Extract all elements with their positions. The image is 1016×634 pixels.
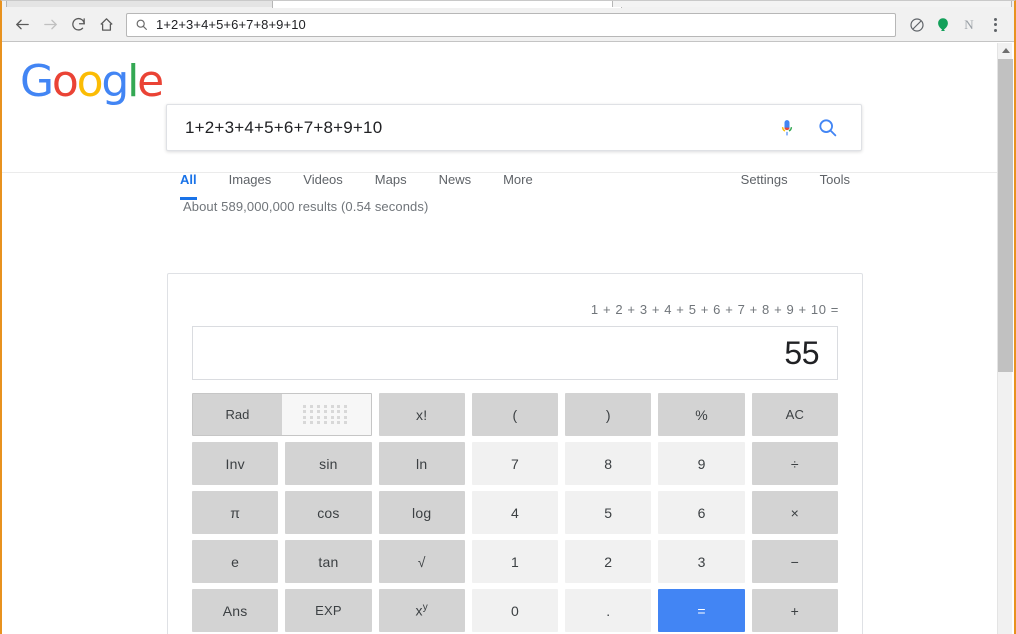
key-digit-4[interactable]: 4 <box>472 491 558 534</box>
back-arrow-icon[interactable] <box>8 11 36 39</box>
keypad-row: Inv sin ln 7 8 9 ÷ <box>192 442 838 485</box>
key-factorial[interactable]: x! <box>379 393 465 436</box>
key-cosine[interactable]: cos <box>285 491 371 534</box>
calculator-keypad: Rad x! ( ) % AC <box>192 393 838 632</box>
key-exponent[interactable]: EXP <box>285 589 371 632</box>
address-bar-text: 1+2+3+4+5+6+7+8+9+10 <box>156 17 306 32</box>
key-equals[interactable]: = <box>658 589 744 632</box>
dot-grid-icon <box>303 405 349 425</box>
keypad-row: Rad x! ( ) % AC <box>192 393 838 436</box>
key-digit-5[interactable]: 5 <box>565 491 651 534</box>
key-digit-7[interactable]: 7 <box>472 442 558 485</box>
key-logarithm[interactable]: log <box>379 491 465 534</box>
search-submit-icon[interactable] <box>807 117 847 138</box>
google-header: Google 1+2+3+4+5+6+7+8+9+10 <box>2 43 998 173</box>
tab-strip <box>2 1 1014 8</box>
block-icon[interactable] <box>904 12 930 38</box>
home-icon[interactable] <box>92 11 120 39</box>
key-answer[interactable]: Ans <box>192 589 278 632</box>
logo-letter: e <box>137 56 162 107</box>
logo-letter: l <box>127 56 137 107</box>
tab-videos[interactable]: Videos <box>287 172 359 200</box>
key-open-paren[interactable]: ( <box>472 393 558 436</box>
address-bar[interactable]: 1+2+3+4+5+6+7+8+9+10 <box>126 13 896 37</box>
tab-maps[interactable]: Maps <box>359 172 423 200</box>
search-icon <box>135 18 148 31</box>
key-percent[interactable]: % <box>658 393 744 436</box>
search-nav-tabs: All Images Videos Maps News More Setting… <box>166 172 866 208</box>
browser-toolbar: 1+2+3+4+5+6+7+8+9+10 N <box>2 8 1014 42</box>
key-divide[interactable]: ÷ <box>752 442 838 485</box>
key-power-label: xy <box>416 602 428 619</box>
key-digit-6[interactable]: 6 <box>658 491 744 534</box>
search-input[interactable]: 1+2+3+4+5+6+7+8+9+10 <box>185 118 767 138</box>
key-tangent[interactable]: tan <box>285 540 371 583</box>
evernote-n-icon[interactable]: N <box>956 12 982 38</box>
key-pi[interactable]: π <box>192 491 278 534</box>
key-all-clear[interactable]: AC <box>752 393 838 436</box>
microphone-icon[interactable] <box>767 117 807 139</box>
tab-news[interactable]: News <box>423 172 488 200</box>
keypad-row: π cos log 4 5 6 × <box>192 491 838 534</box>
forward-arrow-icon <box>36 11 64 39</box>
key-subtract[interactable]: − <box>752 540 838 583</box>
scroll-up-arrow-icon[interactable] <box>998 43 1013 58</box>
key-close-paren[interactable]: ) <box>565 393 651 436</box>
tab-more[interactable]: More <box>487 172 549 200</box>
key-inverse[interactable]: Inv <box>192 442 278 485</box>
scrollbar-thumb[interactable] <box>998 59 1013 372</box>
logo-letter: g <box>101 56 127 107</box>
calculator-widget: 1 + 2 + 3 + 4 + 5 + 6 + 7 + 8 + 9 + 10 =… <box>167 273 863 634</box>
tools-link[interactable]: Tools <box>804 172 866 200</box>
browser-tab[interactable] <box>6 0 296 7</box>
tab-images[interactable]: Images <box>213 172 288 200</box>
logo-letter: o <box>77 56 102 107</box>
browser-window: 1+2+3+4+5+6+7+8+9+10 N Google 1+2+3+4+5+… <box>0 0 1016 634</box>
three-dot-menu-icon[interactable] <box>982 12 1008 38</box>
key-sine[interactable]: sin <box>285 442 371 485</box>
calculator-expression: 1 + 2 + 3 + 4 + 5 + 6 + 7 + 8 + 9 + 10 = <box>168 274 862 326</box>
calculator-result: 55 <box>784 335 819 372</box>
key-add[interactable]: + <box>752 589 838 632</box>
page-scrollbar[interactable] <box>997 43 1012 634</box>
key-digit-3[interactable]: 3 <box>658 540 744 583</box>
tab-list: All Images Videos Maps News More <box>166 172 549 200</box>
nav-right-links: Settings Tools <box>727 172 866 200</box>
browser-tab[interactable] <box>612 0 1012 7</box>
page-viewport: Google 1+2+3+4+5+6+7+8+9+10 <box>2 43 998 634</box>
green-balloon-icon[interactable] <box>930 12 956 38</box>
settings-link[interactable]: Settings <box>727 172 804 200</box>
key-decimal-point[interactable]: . <box>565 589 651 632</box>
logo-letter: o <box>52 56 77 107</box>
key-digit-1[interactable]: 1 <box>472 540 558 583</box>
logo-letter: G <box>20 56 52 107</box>
google-search-box[interactable]: 1+2+3+4+5+6+7+8+9+10 <box>166 104 862 151</box>
key-digit-8[interactable]: 8 <box>565 442 651 485</box>
keypad-row: Ans EXP xy 0 . = + <box>192 589 838 632</box>
calculator-display[interactable]: 55 <box>192 326 838 380</box>
reload-icon[interactable] <box>64 11 92 39</box>
key-natural-log[interactable]: ln <box>379 442 465 485</box>
angle-mode-toggle[interactable]: Rad <box>192 393 372 436</box>
key-digit-2[interactable]: 2 <box>565 540 651 583</box>
key-eulers-number[interactable]: e <box>192 540 278 583</box>
key-digit-9[interactable]: 9 <box>658 442 744 485</box>
evernote-n-label: N <box>964 17 973 33</box>
key-power[interactable]: xy <box>379 589 465 632</box>
google-logo[interactable]: Google <box>20 60 162 104</box>
key-multiply[interactable]: × <box>752 491 838 534</box>
rad-mode-button[interactable]: Rad <box>193 394 282 435</box>
key-square-root[interactable]: √ <box>379 540 465 583</box>
keypad-row: e tan √ 1 2 3 − <box>192 540 838 583</box>
tab-all[interactable]: All <box>166 172 213 200</box>
key-digit-0[interactable]: 0 <box>472 589 558 632</box>
deg-mode-button[interactable] <box>282 394 371 435</box>
